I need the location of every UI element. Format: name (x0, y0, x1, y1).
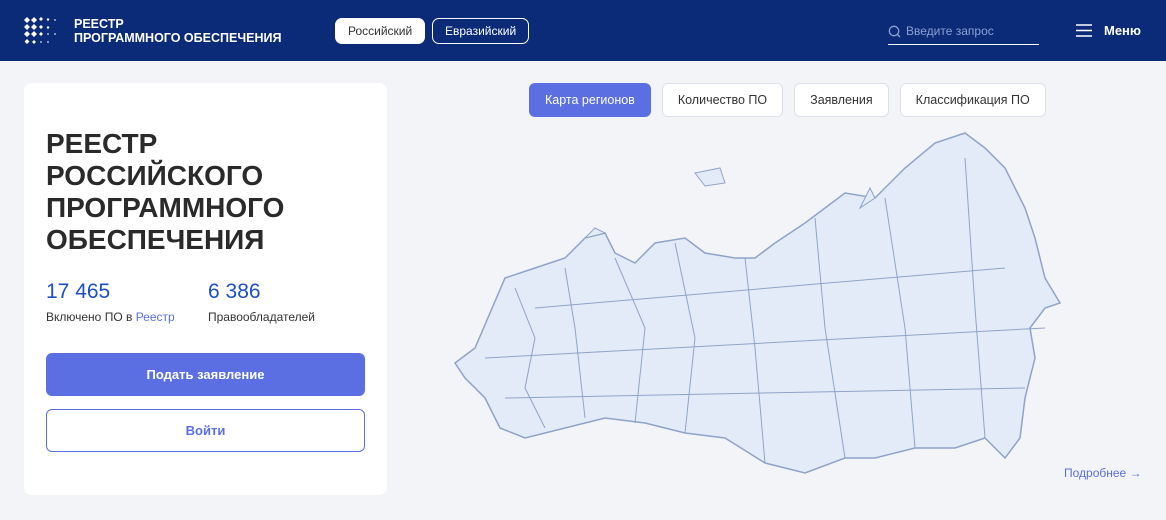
registry-card: РЕЕСТР РОССИЙСКОГО ПРОГРАММНОГО ОБЕСПЕЧЕ… (24, 83, 387, 495)
map-tabs: Карта регионов Количество ПО Заявления К… (529, 83, 1046, 117)
tab-applications[interactable]: Заявления (794, 83, 889, 117)
logo-icon[interactable] (24, 15, 58, 47)
switch-eurasian[interactable]: Евразийский (432, 18, 530, 44)
tab-software-count[interactable]: Количество ПО (661, 83, 784, 117)
stat-label-text: Включено ПО в (46, 310, 133, 324)
search-placeholder: Введите запрос (906, 24, 994, 38)
hamburger-icon (1076, 24, 1092, 37)
search-input[interactable]: Введите запрос (888, 21, 1039, 45)
menu-button[interactable]: Меню (1076, 23, 1141, 38)
brand-line: ПРОГРАММНОГО ОБЕСПЕЧЕНИЯ (74, 31, 282, 45)
menu-label: Меню (1104, 23, 1142, 38)
registry-link[interactable]: Реестр (136, 310, 175, 324)
stat-owners-label: Правообладателей (208, 310, 315, 324)
russia-regions-map[interactable] (445, 128, 1085, 478)
search-icon (888, 25, 901, 38)
header: РЕЕСТР ПРОГРАММНОГО ОБЕСПЕЧЕНИЯ Российски… (0, 0, 1166, 61)
stat-owners-count: 6 386 (208, 280, 261, 303)
brand-title[interactable]: РЕЕСТР ПРОГРАММНОГО ОБЕСПЕЧЕНИЯ (74, 17, 281, 45)
apply-button[interactable]: Подать заявление (46, 353, 365, 396)
switch-russian[interactable]: Российский (335, 18, 426, 44)
stat-software-label: Включено ПО в Реестр (46, 310, 175, 324)
brand-line: РЕЕСТР (74, 17, 124, 31)
more-link[interactable]: Подробнее → (1064, 466, 1142, 480)
tab-classification[interactable]: Классификация ПО (899, 83, 1046, 117)
login-button[interactable]: Войти (46, 409, 365, 452)
tab-regions-map[interactable]: Карта регионов (529, 83, 651, 117)
page-title: РЕЕСТР РОССИЙСКОГО ПРОГРАММНОГО ОБЕСПЕЧЕ… (46, 128, 285, 255)
stat-software-count: 17 465 (46, 280, 111, 303)
